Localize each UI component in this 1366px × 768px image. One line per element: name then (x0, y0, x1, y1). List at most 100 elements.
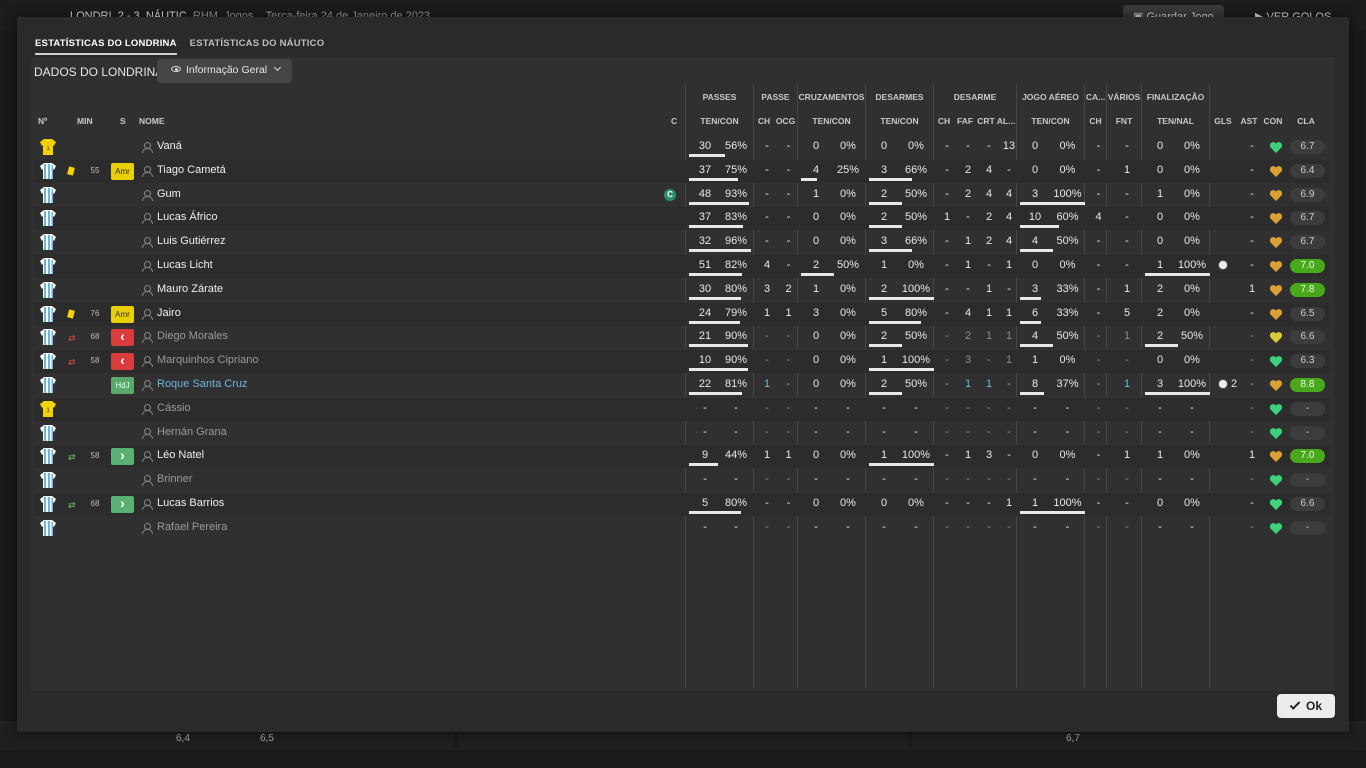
stat-ocg: - (786, 378, 791, 390)
stat-fp: 0% (1184, 235, 1200, 248)
player-profile-icon[interactable] (142, 308, 153, 320)
ok-button[interactable]: Ok (1277, 694, 1335, 718)
header-group-ca[interactable]: CA... (1085, 92, 1106, 102)
table-row[interactable]: Brinner - - - - - - - - - - - - - - - - - - - - (34, 469, 1330, 492)
header-pass-ocg[interactable]: OCG (774, 116, 797, 126)
stat-dt: - (882, 473, 886, 486)
header-pass-ch[interactable]: CH (754, 116, 774, 126)
table-row[interactable]: ⇄ 68 ‹ Diego Morales 21 90% - -0 0% 2 50% -2 1 1 4 50% -… (34, 326, 1330, 349)
player-name[interactable]: Rafael Pereira (157, 521, 227, 533)
header-shooting-att-target[interactable]: TEN/NAL (1142, 116, 1209, 126)
player-profile-icon[interactable] (142, 499, 153, 510)
header-goals[interactable]: GLS (1209, 116, 1237, 126)
table-row[interactable]: 1 Cássio - - - - - - - - - - - - - - - - - - - - (34, 397, 1330, 421)
player-name[interactable]: Brinner (157, 473, 192, 485)
table-row[interactable]: Lucas Áfrico 37 83% - -0 0% 2 50% 1-2 4 10 60% 4-0 0%… (34, 207, 1330, 231)
player-profile-icon[interactable] (142, 284, 153, 296)
table-row[interactable]: Luis Gutiérrez 32 96% - -0 0% 3 66% -1 2 4 4 50% - -0 0… (34, 231, 1330, 254)
stat-at: 8 (1031, 378, 1039, 390)
header-number[interactable]: Nº (38, 116, 47, 126)
player-profile-icon[interactable] (142, 380, 153, 391)
header-misc-fnt[interactable]: FNT (1107, 116, 1141, 126)
player-name[interactable]: Lucas Barrios (157, 497, 224, 509)
header-tackle-al[interactable]: AL... (996, 116, 1016, 126)
player-name[interactable]: Mauro Zárate (157, 283, 223, 295)
header-tackle-faf[interactable]: FAF (954, 116, 976, 126)
tab-londrina-stats[interactable]: ESTATÍSTICAS DO LONDRINA (35, 38, 177, 55)
player-name[interactable]: Diego Morales (157, 330, 228, 342)
player-profile-icon[interactable] (142, 261, 153, 272)
header-group-tackles[interactable]: DESARMES (866, 92, 933, 102)
header-tackle-crt[interactable]: CRT (977, 116, 995, 126)
header-tackle-ch[interactable]: CH (934, 116, 954, 126)
player-name[interactable]: Hernán Grana (157, 426, 227, 438)
player-name[interactable]: Gum (157, 188, 181, 200)
header-group-passes[interactable]: PASSES (686, 92, 753, 102)
header-group-misc[interactable]: VÁRIOS (1107, 92, 1141, 102)
table-row[interactable]: ⇄ 68 › Lucas Barrios 5 80% - - 0 0% 0 0% - - - 1 1 100% - -… (34, 493, 1330, 516)
table-row[interactable]: Gum C 48 93% - -1 0% 2 50% -2 4 4 3 100% - -1 0% -6.9 (34, 184, 1330, 207)
player-profile-icon[interactable] (142, 165, 153, 177)
header-tackles-att-comp[interactable]: TEN/CON (866, 116, 933, 126)
player-profile-icon[interactable] (142, 475, 153, 487)
stat-pch: - (765, 211, 769, 224)
player-profile-icon[interactable] (142, 356, 153, 368)
stat-dp: 0% (908, 497, 924, 509)
player-name[interactable]: Marquinhos Cipriano (157, 354, 259, 366)
header-passes-att-comp[interactable]: TEN/CON (686, 116, 753, 126)
header-ca-ch[interactable]: CH (1085, 116, 1106, 126)
header-name[interactable]: NOME (139, 116, 165, 126)
header-status[interactable]: S (120, 116, 126, 126)
table-row[interactable]: 76 Amr Jairo 24 79% 1 1 3 0% 5 80% -4 1 1 6 33% -5 2 0% -6.… (34, 302, 1330, 326)
header-group-crosses[interactable]: CRUZAMENTOS (798, 92, 865, 102)
header-group-tackle[interactable]: DESARME (934, 92, 1016, 102)
stat-ast: - (1250, 235, 1254, 248)
subbed-on-badge: › (111, 496, 134, 513)
header-group-shooting[interactable]: FINALIZAÇÃO (1142, 92, 1209, 102)
table-row[interactable]: Lucas Licht 51 82% 4-2 50% 1 0% -1-1 0 0% - -1 100% -… (34, 255, 1330, 278)
player-profile-icon[interactable] (142, 237, 153, 249)
player-profile-icon[interactable] (142, 142, 153, 153)
player-profile-icon[interactable] (142, 427, 153, 439)
table-row[interactable]: ⇄ 58 ‹ Marquinhos Cipriano 10 90% - -0 0% 1 100% -3… (34, 350, 1330, 374)
player-name[interactable]: Lucas Licht (157, 259, 213, 271)
player-profile-icon[interactable] (142, 522, 153, 534)
stat-ct: - (814, 425, 818, 438)
player-name[interactable]: Roque Santa Cruz (157, 378, 248, 390)
stat-at: 0 (1031, 449, 1039, 462)
table-row[interactable]: 1 Vaná 30 56% - -0 0% 0 0% - - -13 0 0% - -0 0% -6.7 (34, 136, 1330, 159)
tab-nautico-stats[interactable]: ESTATÍSTICAS DO NÁUTICO (190, 38, 325, 55)
header-condition[interactable]: CON (1261, 116, 1285, 126)
header-captain[interactable]: C (671, 116, 677, 126)
player-profile-icon[interactable] (142, 332, 153, 344)
shirt-icon (40, 496, 56, 512)
stat-dp: 0% (908, 140, 924, 152)
table-row[interactable]: Rafael Pereira - - - - - - - - - - - - - - - - - - - - (34, 517, 1330, 540)
player-name[interactable]: Léo Natel (157, 449, 204, 461)
stat-ft: 0 (1156, 211, 1164, 224)
player-profile-icon[interactable] (142, 213, 153, 225)
player-name[interactable]: Luis Gutiérrez (157, 235, 225, 247)
view-dropdown[interactable]: Informação Geral (157, 59, 293, 83)
header-group-aerial[interactable]: JOGO AÉREO (1017, 92, 1084, 102)
table-row[interactable]: HdJ Roque Santa Cruz 22 81% 1 - 0 0% 2 50% - 1 1 - 8 37… (34, 374, 1330, 397)
table-row[interactable]: Mauro Zárate 30 80% 3 2 1 0% 2 100% - - 1 - 3 33% - 1 2 0%… (34, 279, 1330, 302)
player-profile-icon[interactable] (142, 403, 153, 415)
table-row[interactable]: ⇄ 58 › Léo Natel 9 44% 1 1 0 0% 1 100% -1 3-0 0% -1 1 0% 1… (34, 445, 1330, 469)
header-rating[interactable]: CLA (1287, 116, 1325, 126)
table-row[interactable]: Hernán Grana - - - - - - - - - - - - - - - - - - - - (34, 422, 1330, 445)
player-name[interactable]: Jairo (157, 307, 181, 319)
header-assists[interactable]: AST (1237, 116, 1261, 126)
player-profile-icon[interactable] (142, 189, 153, 201)
header-crosses-att-comp[interactable]: TEN/CON (798, 116, 865, 126)
player-name[interactable]: Vaná (157, 140, 182, 152)
header-minutes[interactable]: MIN (77, 116, 93, 126)
rating-badge: - (1290, 473, 1325, 488)
player-name[interactable]: Tiago Cametá (157, 164, 226, 176)
player-name[interactable]: Lucas Áfrico (157, 211, 218, 223)
player-name[interactable]: Cássio (157, 402, 191, 414)
header-group-pass[interactable]: PASSE (754, 92, 797, 102)
table-row[interactable]: 55 Amr Tiago Cametá 37 75% - -4 25% 3 66% -2 4-0 0% -… (34, 159, 1330, 183)
player-profile-icon[interactable] (142, 451, 153, 463)
header-aerial-att-comp[interactable]: TEN/CON (1017, 116, 1084, 126)
